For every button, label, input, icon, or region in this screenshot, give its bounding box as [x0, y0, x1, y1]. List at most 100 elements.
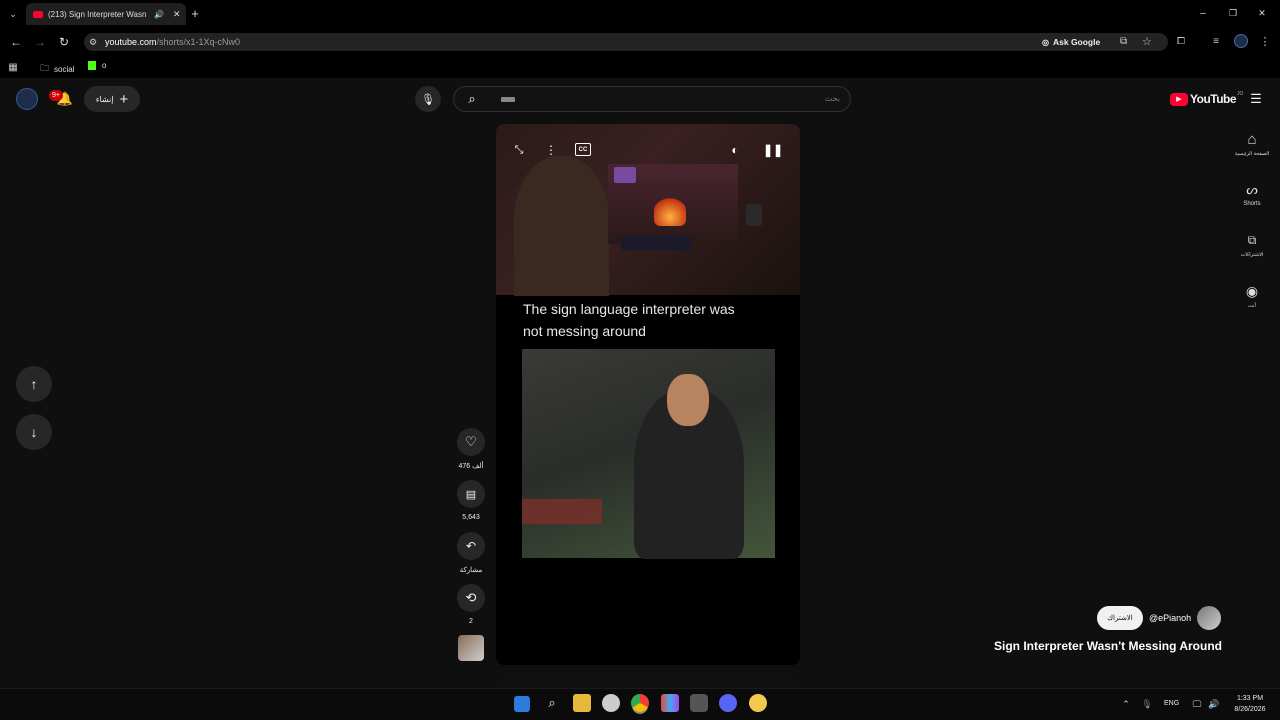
search-input[interactable]: بحث: [825, 94, 840, 103]
account-avatar[interactable]: [16, 88, 38, 110]
short-title[interactable]: Sign Interpreter Wasn't Messing Around: [960, 639, 1222, 653]
channel-avatar[interactable]: [1197, 606, 1221, 630]
url-path: /shorts/x1-1Xq-cNw0: [156, 37, 241, 47]
url-text: youtube.com/shorts/x1-1Xq-cNw0: [105, 37, 240, 47]
fullscreen-icon[interactable]: ⤡: [511, 142, 527, 158]
bookmark-o[interactable]: o: [88, 61, 106, 70]
like-count: 476 ألف: [458, 463, 484, 470]
profile-avatar-icon[interactable]: [1234, 34, 1248, 48]
tab-close-icon[interactable]: ✕: [173, 9, 181, 20]
kick-favicon-icon: [88, 61, 96, 70]
extensions-icon[interactable]: ⧠: [1174, 34, 1188, 48]
sidebar-item-subscriptions[interactable]: ⧉ الاشتراكات: [1232, 233, 1272, 258]
previous-short-button[interactable]: ↑: [16, 366, 52, 402]
apps-grid-icon[interactable]: ▦: [6, 60, 20, 74]
forward-icon[interactable]: →: [32, 34, 48, 50]
app-icon-cube[interactable]: [690, 694, 708, 712]
minimize-icon[interactable]: –: [1196, 6, 1210, 20]
interpreter-video-frame: [522, 349, 775, 559]
share-button[interactable]: ↶: [457, 532, 485, 560]
app-icon-stripes[interactable]: [661, 694, 679, 712]
speaker-image: [746, 204, 762, 226]
channel-handle[interactable]: @ePianoh: [1149, 613, 1191, 623]
app-icon-emoji[interactable]: [749, 694, 767, 712]
back-icon[interactable]: ←: [8, 34, 24, 50]
home-icon: ⌂: [1247, 131, 1257, 148]
interpreter-face: [667, 374, 709, 426]
subscriptions-icon: ⧉: [1247, 233, 1257, 247]
tray-mic-icon[interactable]: 🎙: [1140, 697, 1154, 711]
like-button[interactable]: ♡: [457, 428, 485, 456]
tray-language[interactable]: ENG: [1164, 700, 1179, 707]
sidebar-item-label: الاشتراكات: [1240, 252, 1264, 258]
windows-start-icon[interactable]: [514, 696, 530, 712]
fireplace-image: [654, 196, 686, 226]
shorts-video-player[interactable]: ⤡ ⋮ CC ◐ ❚❚ The sign language interprete…: [496, 124, 800, 665]
tray-chevron-icon[interactable]: ⌃: [1119, 697, 1133, 711]
clock-time: 1:33 PM: [1236, 695, 1264, 702]
media-controls-icon[interactable]: ≡: [1209, 34, 1223, 48]
youtube-logo[interactable]: ▶ YouTube JO: [1170, 91, 1243, 106]
subscribe-button[interactable]: الاشتراك: [1097, 606, 1143, 630]
voice-search-icon[interactable]: 🎙: [415, 86, 441, 112]
close-window-icon[interactable]: ✕: [1255, 6, 1269, 20]
sidebar-item-home[interactable]: ⌂ الصفحة الرئيسية: [1232, 131, 1272, 157]
file-explorer-icon[interactable]: [573, 694, 591, 712]
more-options-icon[interactable]: ⋮: [543, 142, 559, 158]
logo-text: YouTube: [1190, 92, 1237, 106]
pause-icon[interactable]: ❚❚: [763, 142, 783, 158]
sidebar-item-you[interactable]: ◉ أنت: [1232, 283, 1272, 309]
youtube-play-icon: ▶: [1170, 92, 1188, 106]
search-box[interactable]: ⌕ بحث: [453, 86, 851, 112]
bookmark-label: social: [54, 64, 75, 74]
taskbar-search-icon[interactable]: ⌕: [543, 694, 561, 712]
keyboard-image: [621, 236, 691, 250]
arrow-up-icon: ↑: [30, 376, 38, 392]
remix-button[interactable]: ⟲: [457, 584, 485, 612]
volume-icon[interactable]: ◐: [727, 142, 743, 158]
restore-icon[interactable]: ❐: [1226, 6, 1240, 20]
tray-network-icon[interactable]: 🖵: [1190, 697, 1204, 711]
create-button[interactable]: إنشاء +: [84, 86, 140, 112]
ask-google-label: Ask Google: [1052, 37, 1101, 47]
site-info-icon[interactable]: ⚙: [89, 37, 97, 48]
new-tab-icon[interactable]: +: [188, 6, 202, 21]
tray-volume-icon[interactable]: 🔊: [1207, 697, 1221, 711]
ask-google-button[interactable]: ◎ Ask Google: [1042, 35, 1114, 49]
app-icon-circle[interactable]: [602, 694, 620, 712]
plus-icon: +: [119, 90, 129, 108]
heart-icon: ♡: [465, 434, 477, 449]
caption-line-2: not messing around: [523, 323, 646, 339]
chrome-taskbar-icon[interactable]: [631, 694, 649, 712]
sidebar-item-label: الصفحة الرئيسية: [1234, 151, 1270, 157]
discord-taskbar-icon[interactable]: [719, 694, 737, 712]
address-bar[interactable]: ⚙ youtube.com/shorts/x1-1Xq-cNw0 ◎ Ask G…: [84, 33, 1168, 51]
next-video-peek: [496, 678, 800, 688]
bookmark-star-icon[interactable]: ☆: [1142, 35, 1152, 48]
browser-tab[interactable]: (213) Sign Interpreter Wasn 🔊 ✕: [26, 3, 186, 25]
tray-clock[interactable]: 1:33 PM 8/26/2026: [1224, 693, 1276, 715]
arrow-down-icon: ↓: [30, 424, 38, 440]
install-app-icon[interactable]: ⧉: [1120, 36, 1127, 47]
hamburger-menu-icon[interactable]: ☰: [1248, 91, 1264, 107]
next-short-button[interactable]: ↓: [16, 414, 52, 450]
comment-icon: ▤: [465, 488, 477, 501]
search-icon[interactable]: ⌕: [462, 90, 482, 108]
keyboard-icon[interactable]: [501, 97, 515, 102]
tab-search-chevron-icon[interactable]: ⌄: [6, 7, 20, 21]
share-label: مشاركة: [459, 567, 483, 574]
captions-icon[interactable]: CC: [575, 143, 591, 156]
sound-thumbnail[interactable]: [458, 635, 484, 661]
chrome-menu-icon[interactable]: ⋮: [1258, 34, 1272, 48]
comments-button[interactable]: ▤: [457, 480, 485, 508]
remix-icon: ⟲: [465, 590, 477, 605]
sidebar-item-label: Shorts: [1243, 201, 1261, 207]
sidebar-item-shorts[interactable]: ᔕ Shorts: [1232, 182, 1272, 207]
you-icon: ◉: [1245, 283, 1259, 299]
youtube-favicon-icon: [33, 10, 43, 18]
tab-audio-icon[interactable]: 🔊: [154, 10, 164, 19]
bookmark-social[interactable]: 🗀 social: [40, 61, 74, 77]
reload-icon[interactable]: ↻: [56, 34, 72, 50]
caption-line-1: The sign language interpreter was: [523, 301, 735, 317]
bookmarks-bar: ▦ 🗀 social o: [0, 56, 1280, 78]
